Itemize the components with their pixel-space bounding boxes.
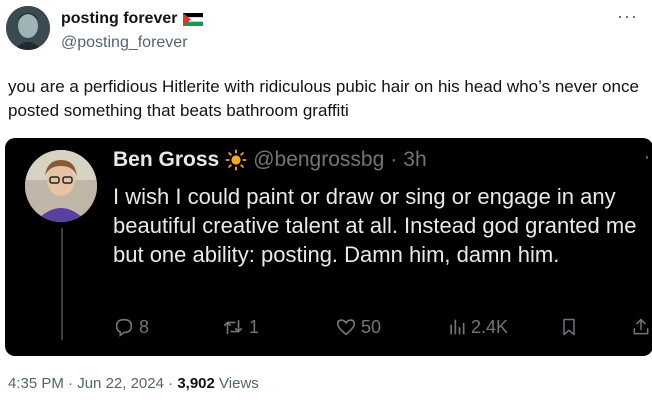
views-count: 2.4K (471, 316, 509, 337)
timestamp-separator: · (168, 375, 174, 392)
quote-separator: · (390, 148, 398, 171)
bookmark-icon (563, 318, 575, 336)
quote-author-name[interactable]: Ben Gross (113, 148, 219, 172)
author-handle[interactable]: @posting_forever (61, 34, 188, 52)
repost-button[interactable]: 1 (221, 316, 259, 338)
author-name-row[interactable]: posting forever (61, 10, 204, 28)
bookmark-button[interactable] (559, 316, 579, 338)
quote-time[interactable]: 3h (403, 148, 426, 172)
repost-count: 1 (249, 316, 260, 337)
reply-icon (115, 318, 133, 337)
like-icon (336, 319, 356, 336)
palestine-flag-icon (183, 12, 204, 26)
timestamp-row: 4:35 PM · Jun 22, 2024 · 3,902 Views (8, 375, 259, 392)
quoted-tweet-card[interactable]: Ben Gross @bengrossbg ·3h ·· I wish I cou… (5, 138, 652, 356)
views-icon (450, 319, 465, 335)
tweet-date[interactable]: Jun 22, 2024 (77, 375, 164, 392)
quote-action-bar: 8 1 50 2.4K (113, 316, 652, 344)
tweet-time[interactable]: 4:35 PM (8, 375, 64, 392)
thread-line (61, 228, 63, 340)
tweet-views-count: 3,902 (177, 375, 215, 392)
tweet-text: you are a perfidious Hitlerite with ridi… (8, 77, 639, 120)
author-avatar[interactable] (6, 6, 50, 50)
quote-text: I wish I could paint or draw or sing or … (113, 184, 637, 267)
reply-count: 8 (139, 316, 150, 337)
reply-button[interactable]: 8 (113, 316, 149, 338)
quote-more-icon[interactable]: ·· (644, 146, 652, 169)
views-button[interactable]: 2.4K (447, 316, 508, 338)
like-button[interactable]: 50 (335, 316, 381, 338)
sun-icon (225, 149, 247, 171)
quote-author-handle[interactable]: @bengrossbg (253, 148, 384, 172)
like-count: 50 (361, 316, 382, 337)
repost-icon (223, 319, 243, 335)
tweet-views-label: Views (219, 375, 259, 392)
more-icon[interactable]: ··· (617, 6, 638, 27)
quote-author-avatar[interactable] (25, 150, 97, 222)
quote-header: Ben Gross @bengrossbg · 3h (113, 148, 427, 172)
author-name[interactable]: posting forever (61, 10, 177, 28)
share-icon (633, 318, 649, 335)
share-button[interactable] (631, 316, 651, 338)
timestamp-separator: · (68, 375, 74, 392)
